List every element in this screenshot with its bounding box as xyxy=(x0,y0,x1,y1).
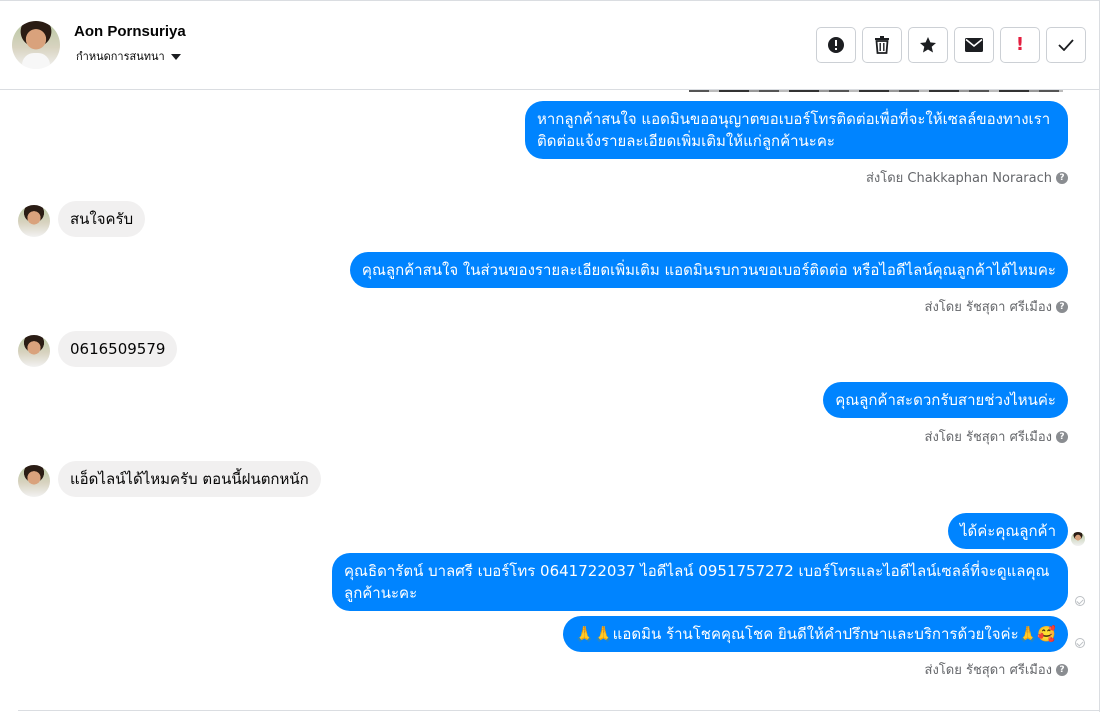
message-incoming[interactable]: สนใจครับ xyxy=(58,201,146,237)
contact-avatar[interactable] xyxy=(12,21,60,69)
sent-by-label: ส่งโดย รัชสุดา ศรีเมือง ? xyxy=(925,426,1068,447)
trash-icon xyxy=(875,36,889,54)
mark-unread-button[interactable] xyxy=(954,27,994,63)
message-outgoing[interactable]: คุณลูกค้าสะดวกรับสายช่วงไหนค่ะ xyxy=(823,382,1068,418)
delivered-check-icon xyxy=(1075,638,1085,648)
exclamation-icon: ! xyxy=(1015,34,1025,55)
delivered-check-icon xyxy=(1075,596,1085,606)
message-outgoing[interactable]: 🙏🙏แอดมิน ร้านโชคคุณโชค ยินดีให้คำปรึกษาแ… xyxy=(563,616,1068,652)
help-icon[interactable]: ? xyxy=(1056,300,1068,313)
message-outgoing[interactable]: คุณธิดารัตน์ บาลศรี เบอร์โทร 0641722037 … xyxy=(332,553,1068,611)
help-icon[interactable]: ? xyxy=(1056,663,1068,676)
delete-button[interactable] xyxy=(862,27,902,63)
sent-by-label: ส่งโดย Chakkaphan Norarach ? xyxy=(866,167,1068,188)
conversation-assign-dropdown[interactable]: กำหนดการสนทนา xyxy=(76,47,181,65)
sent-by-text: ส่งโดย รัชสุดา ศรีเมือง xyxy=(924,663,1052,678)
message-thread[interactable]: หากลูกค้าสนใจ แอดมินขออนุญาตขอเบอร์โทรติ… xyxy=(0,90,1099,712)
star-icon xyxy=(920,37,936,53)
sent-by-text: ส่งโดย รัชสุดา ศรีเมือง xyxy=(924,430,1052,445)
message-outgoing[interactable]: ได้ค่ะคุณลูกค้า xyxy=(947,513,1068,549)
conversation-assign-label: กำหนดการสนทนา xyxy=(76,50,165,63)
image-attachment-edge[interactable] xyxy=(689,90,1063,92)
composer-divider xyxy=(18,710,1099,711)
sent-by-label: ส่งโดย รัชสุดา ศรีเมือง ? xyxy=(925,296,1068,317)
message-incoming[interactable]: แอ็ดไลน์ได้ไหมครับ ตอนนี้ฝนตกหนัก xyxy=(58,461,321,497)
help-icon[interactable]: ? xyxy=(1056,430,1068,443)
contact-avatar-small xyxy=(18,335,50,367)
sent-by-text: ส่งโดย รัชสุดา ศรีเมือง xyxy=(924,300,1052,315)
contact-avatar-small xyxy=(18,465,50,497)
contact-avatar-small xyxy=(18,205,50,237)
follow-up-button[interactable]: ! xyxy=(1000,27,1040,63)
contact-name[interactable]: Aon Pornsuriya xyxy=(74,23,186,40)
sent-by-label: ส่งโดย รัชสุดา ศรีเมือง ? xyxy=(925,659,1068,680)
sent-by-text: ส่งโดย Chakkaphan Norarach xyxy=(865,171,1052,186)
envelope-icon xyxy=(965,38,983,52)
message-incoming[interactable]: 0616509579 xyxy=(58,331,178,367)
mark-spam-button[interactable] xyxy=(816,27,856,63)
alert-circle-icon xyxy=(828,37,844,53)
header-actions: ! xyxy=(816,27,1086,63)
message-outgoing[interactable]: คุณลูกค้าสนใจ ในส่วนของรายละเอียดเพิ่มเต… xyxy=(349,252,1068,288)
conversation-header: Aon Pornsuriya กำหนดการสนทนา ! xyxy=(0,1,1099,90)
message-outgoing[interactable]: หากลูกค้าสนใจ แอดมินขออนุญาตขอเบอร์โทรติ… xyxy=(525,101,1068,159)
mark-done-button[interactable] xyxy=(1046,27,1086,63)
help-icon[interactable]: ? xyxy=(1056,171,1068,184)
caret-down-icon xyxy=(170,53,181,60)
seen-avatar xyxy=(1071,532,1085,546)
star-button[interactable] xyxy=(908,27,948,63)
check-icon xyxy=(1058,39,1074,51)
